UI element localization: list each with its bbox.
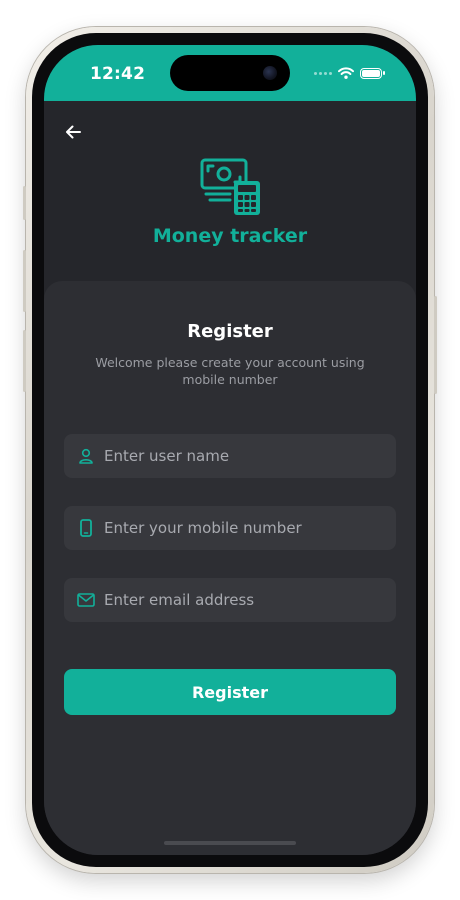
email-field[interactable]: [64, 578, 396, 622]
battery-icon: [360, 67, 385, 79]
wifi-icon: [338, 67, 354, 79]
status-bar: 12:42: [44, 45, 416, 101]
email-input[interactable]: [104, 578, 396, 622]
register-card: Register Welcome please create your acco…: [44, 281, 416, 855]
money-calculator-icon: [200, 158, 260, 215]
home-indicator[interactable]: [164, 841, 296, 845]
username-field[interactable]: [64, 434, 396, 478]
arrow-left-icon: [66, 125, 81, 139]
mobile-phone-icon: [76, 518, 96, 538]
username-input[interactable]: [104, 434, 396, 478]
app-title: Money tracker: [152, 225, 308, 247]
side-button-volume-up: [23, 250, 26, 312]
register-button[interactable]: Register: [64, 669, 396, 715]
side-button-action: [23, 186, 26, 220]
form-subtitle: Welcome please create your account using…: [95, 355, 365, 387]
signal-dots-icon: [314, 71, 332, 75]
user-icon: [76, 446, 96, 466]
form-title: Register: [187, 321, 273, 342]
dynamic-island: [170, 55, 290, 91]
side-button-volume-down: [23, 330, 26, 392]
back-button[interactable]: [60, 119, 86, 145]
camera-icon: [263, 66, 277, 80]
mail-icon: [76, 590, 96, 610]
mobile-input[interactable]: [104, 506, 396, 550]
status-icons: [314, 67, 385, 79]
status-time: 12:42: [90, 64, 146, 84]
screen: 12:42 Money tracker Register Welcome ple…: [44, 45, 416, 855]
side-button-power: [434, 296, 437, 394]
mobile-field[interactable]: [64, 506, 396, 550]
